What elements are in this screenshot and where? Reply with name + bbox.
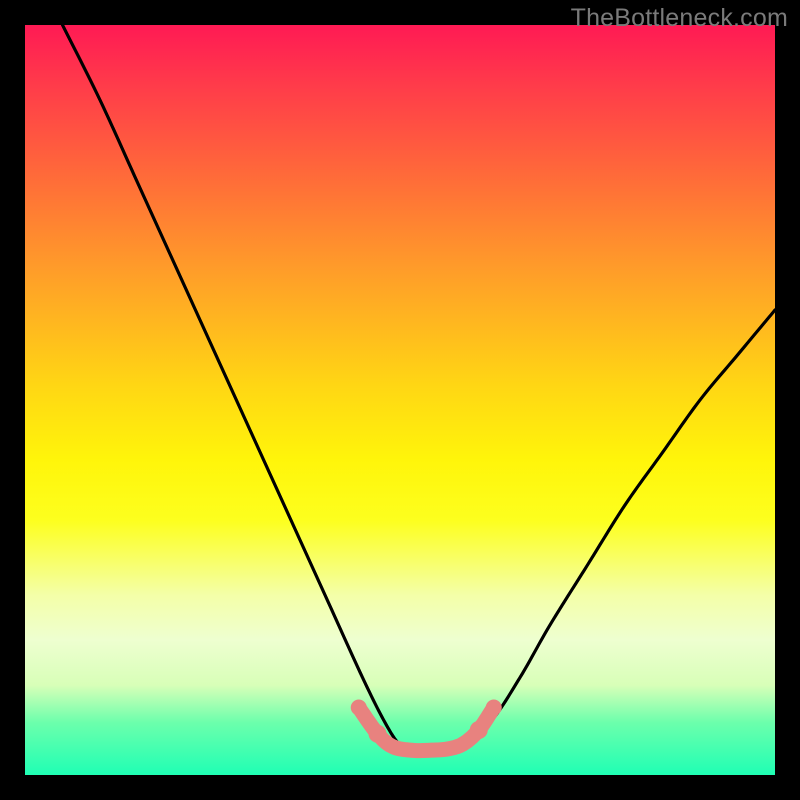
highlight-bead xyxy=(486,700,502,716)
plot-area xyxy=(25,25,775,775)
bottleneck-curve-path xyxy=(63,25,776,753)
watermark-label: TheBottleneck.com xyxy=(571,4,788,33)
chart-container: TheBottleneck.com xyxy=(0,0,800,800)
highlight-markers xyxy=(351,700,502,751)
bottleneck-curve-path xyxy=(63,25,776,753)
curve-layer xyxy=(25,25,775,775)
highlight-bead xyxy=(470,721,488,739)
bottleneck-curve xyxy=(63,25,776,753)
highlight-bead xyxy=(369,725,387,743)
highlight-bead xyxy=(351,700,367,716)
